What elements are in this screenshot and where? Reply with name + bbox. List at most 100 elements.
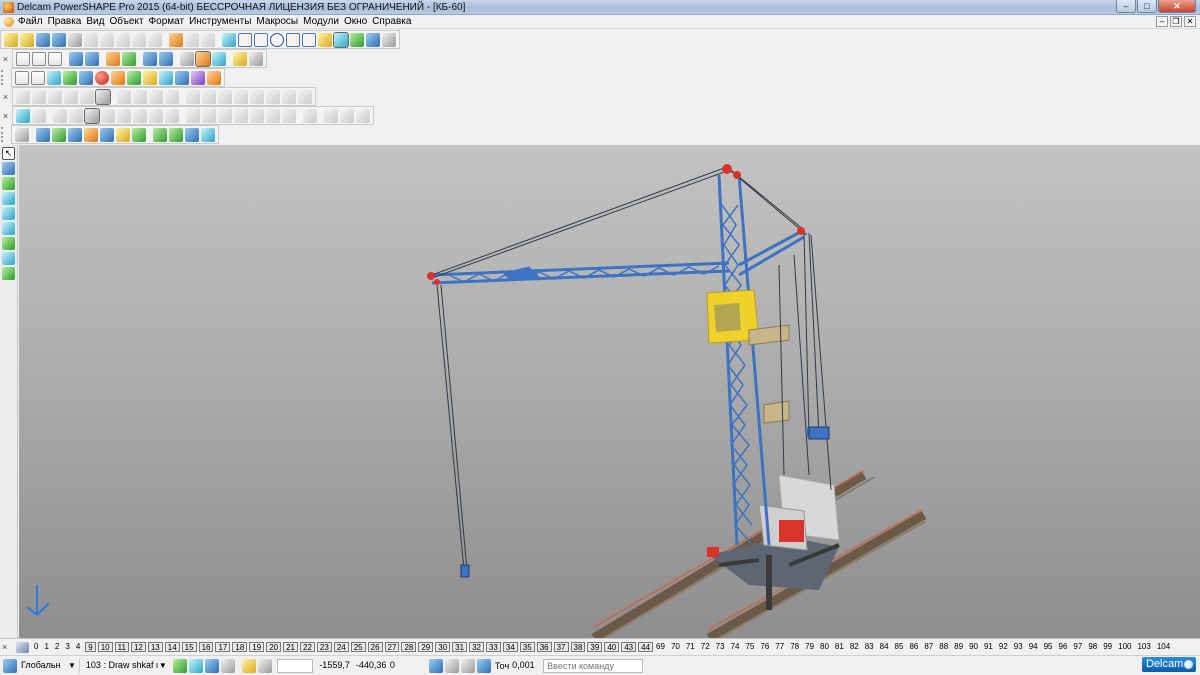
curve-arc-icon[interactable] (298, 89, 312, 104)
level-button[interactable]: 11 (114, 642, 129, 652)
select-icon[interactable] (222, 32, 236, 47)
component-icon[interactable] (191, 70, 205, 85)
level-button[interactable]: 84 (879, 642, 890, 652)
solid-icon[interactable] (333, 31, 349, 48)
delete-icon[interactable] (148, 32, 162, 47)
curve-merge-icon[interactable] (266, 89, 280, 104)
cone-icon[interactable] (111, 70, 125, 85)
level-button[interactable]: 28 (401, 642, 417, 652)
level-button[interactable]: 75 (744, 642, 755, 652)
align-icon[interactable] (185, 127, 199, 142)
level-button[interactable]: 20 (266, 642, 282, 652)
absolute-coords-icon[interactable] (428, 658, 443, 673)
menu-format[interactable]: Формат (149, 16, 190, 27)
solid-split-icon[interactable] (234, 108, 248, 123)
level-button[interactable]: 21 (283, 642, 298, 652)
menu-help[interactable]: Справка (372, 16, 416, 27)
add-component-icon[interactable] (52, 127, 66, 142)
menu-edit[interactable]: Правка (48, 16, 87, 27)
level-button[interactable]: 104 (1156, 642, 1171, 652)
solid-subtract-icon[interactable] (202, 108, 216, 123)
level-button[interactable]: 0 (33, 642, 39, 652)
levels-icon[interactable] (16, 641, 29, 653)
zoom-out-icon[interactable] (159, 51, 173, 66)
transform-icon[interactable] (207, 70, 221, 85)
level-button[interactable]: 9 (85, 642, 96, 652)
render-mode-icon[interactable] (2, 252, 15, 265)
level-button[interactable]: 10 (97, 642, 113, 652)
level-button[interactable]: 38 (570, 642, 586, 652)
level-button[interactable]: 94 (1028, 642, 1039, 652)
level-button[interactable]: 76 (759, 642, 770, 652)
level-button[interactable]: 3 (64, 642, 70, 652)
undo-icon[interactable] (169, 32, 183, 47)
level-button[interactable]: 1 (43, 642, 49, 652)
level-button[interactable]: 69 (655, 642, 666, 652)
level-button[interactable]: 90 (968, 642, 979, 652)
intelligent-cursor-icon[interactable] (241, 658, 256, 673)
workplane-new-icon[interactable] (204, 658, 219, 673)
snap-icon[interactable] (220, 658, 235, 673)
level-manager-icon[interactable] (172, 658, 187, 673)
save-icon[interactable] (52, 32, 66, 47)
level-select[interactable]: 103 : Draw shkaf ι (83, 659, 159, 673)
toolbar-close-icon[interactable]: × (1, 92, 10, 102)
wireframe-icon[interactable] (212, 51, 226, 66)
level-button[interactable]: 92 (998, 642, 1009, 652)
level-button[interactable]: 17 (215, 642, 231, 652)
level-button[interactable]: 31 (452, 642, 468, 652)
curve-icon[interactable] (286, 32, 300, 47)
level-button[interactable]: 25 (350, 642, 366, 652)
level-dropdown-arrow[interactable]: ▼ (159, 661, 167, 670)
zoom-all-icon[interactable] (180, 51, 194, 66)
level-button[interactable]: 2 (54, 642, 60, 652)
explode-icon[interactable] (201, 127, 215, 142)
solid-mode-icon[interactable] (84, 107, 100, 124)
trim-icon[interactable] (16, 89, 30, 104)
level-button[interactable]: 72 (700, 642, 711, 652)
minimize-button[interactable]: – (1116, 0, 1136, 13)
curve-edit-icon[interactable] (186, 89, 200, 104)
component-tree-icon[interactable] (68, 127, 82, 142)
mesh-icon[interactable] (350, 32, 364, 47)
surface-mode-icon[interactable] (2, 192, 15, 205)
level-button[interactable]: 103 (1136, 642, 1151, 652)
mdi-restore-button[interactable]: ❐ (1170, 16, 1182, 27)
solid-add-icon[interactable] (53, 108, 67, 123)
blend-icon[interactable] (32, 89, 46, 104)
level-button[interactable]: 97 (1072, 642, 1083, 652)
surface-create-icon[interactable] (47, 70, 61, 85)
mesh-mode-icon[interactable] (2, 222, 15, 235)
arc-icon[interactable] (254, 32, 268, 47)
level-button[interactable]: 81 (834, 642, 845, 652)
level-button[interactable]: 34 (502, 642, 518, 652)
circle-icon[interactable] (270, 32, 284, 47)
workplane-select[interactable]: Глобальн (18, 659, 68, 673)
solid-scale-icon[interactable] (282, 108, 296, 123)
lights-icon[interactable] (233, 51, 247, 66)
menu-file[interactable]: Файл (18, 16, 48, 27)
grid-icon[interactable] (257, 658, 272, 673)
repeat-icon[interactable] (201, 32, 215, 47)
solid-mirror-icon[interactable] (250, 108, 264, 123)
solid-tree-icon[interactable] (324, 108, 338, 123)
tools-icon[interactable] (382, 32, 396, 47)
toolbar-close-icon[interactable]: × (1, 54, 10, 64)
hand-icon[interactable] (249, 51, 263, 66)
solid-reorder-icon[interactable] (356, 108, 370, 123)
sphere-icon[interactable] (95, 70, 109, 85)
assembly-icon[interactable] (175, 70, 189, 85)
paste-special-icon[interactable] (132, 32, 146, 47)
solid-draft-icon[interactable] (149, 108, 163, 123)
constraint-icon[interactable] (153, 127, 167, 142)
level-button[interactable]: 98 (1087, 642, 1098, 652)
level-button[interactable]: 99 (1102, 642, 1113, 652)
doc-new-icon[interactable] (15, 70, 29, 85)
feature-icon[interactable] (366, 32, 380, 47)
open-file-icon[interactable] (20, 32, 34, 47)
view-iso2-icon[interactable] (85, 51, 99, 66)
wireframe-mode-icon[interactable] (2, 177, 15, 190)
level-button[interactable]: 37 (553, 642, 569, 652)
copy-icon[interactable] (100, 32, 114, 47)
view-front-icon[interactable] (32, 51, 46, 66)
